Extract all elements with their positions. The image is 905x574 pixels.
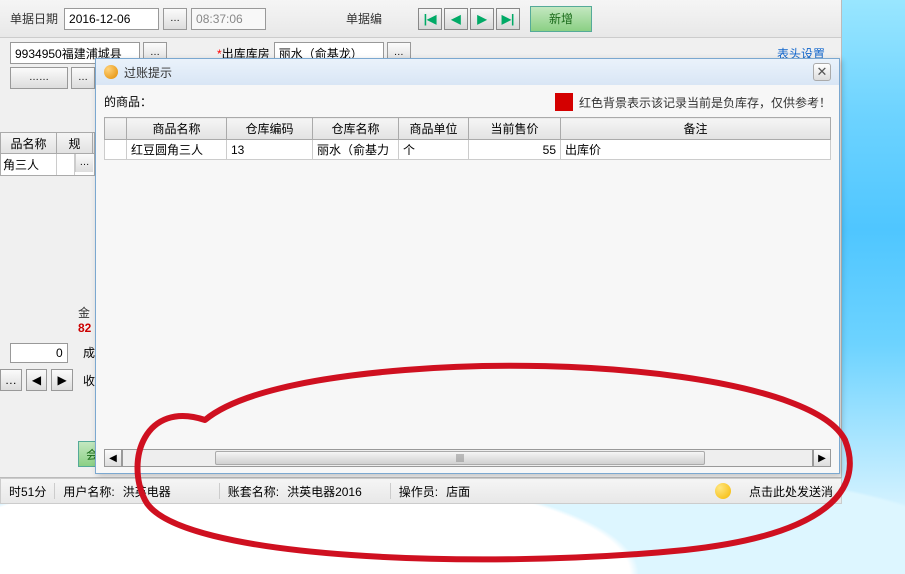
- top-toolbar: 单据日期 … 单据编 |◀ ◀ ▶ ▶| 新增: [0, 0, 841, 38]
- bg-cell-spec: [57, 154, 75, 175]
- status-acct-label: 账套名称:: [228, 483, 279, 500]
- close-icon[interactable]: ✕: [813, 63, 831, 81]
- col-unit: 商品单位: [399, 118, 469, 140]
- nav-prev-button[interactable]: ◀: [444, 8, 468, 30]
- bg-grid-header: 品名称 规: [0, 132, 95, 154]
- left-arrow-button[interactable]: ◀: [26, 369, 48, 391]
- summary-panel: 金 82 成 … ◀ ▶ 收: [0, 304, 95, 391]
- red-square-icon: [555, 93, 573, 111]
- bg-cell-lookup-button[interactable]: …: [75, 154, 93, 172]
- cell-product-name: 红豆圆角三人: [127, 140, 227, 160]
- dialog-hscrollbar[interactable]: ◀ ▶: [104, 449, 831, 467]
- dialog-titlebar[interactable]: 过账提示 ✕: [96, 59, 839, 85]
- status-send-msg[interactable]: 点击此处发送消: [749, 483, 833, 500]
- table-header-row: 商品名称 仓库编码 仓库名称 商品单位 当前售价 备注: [105, 118, 831, 140]
- bg-row[interactable]: 角三人 …: [0, 154, 95, 176]
- date-input[interactable]: [64, 8, 159, 30]
- date-picker-button[interactable]: …: [163, 8, 187, 30]
- right-arrow-button[interactable]: ▶: [51, 369, 73, 391]
- status-user-value: 洪英电器: [123, 483, 171, 500]
- lookup-button[interactable]: …: [71, 67, 95, 89]
- scroll-left-button[interactable]: ◀: [104, 449, 122, 467]
- posting-dialog: 过账提示 ✕ 的商品： 红色背景表示该记录当前是负库存，仅供参考！ 商品名称 仓…: [95, 58, 840, 474]
- table-row[interactable]: 红豆圆角三人 13 丽水（俞基力 个 55 出库价: [105, 140, 831, 160]
- cell-wh-code: 13: [227, 140, 313, 160]
- status-time: 时51分: [9, 483, 46, 500]
- col-product-name: 商品名称: [127, 118, 227, 140]
- scroll-track[interactable]: [122, 449, 813, 467]
- bg-cell-name: 角三人: [1, 154, 57, 175]
- status-user-label: 用户名称:: [63, 483, 114, 500]
- main-window: 单据日期 … 单据编 |◀ ◀ ▶ ▶| 新增 … *出库库房 … 表头设置 ……: [0, 0, 842, 478]
- scroll-right-button[interactable]: ▶: [813, 449, 831, 467]
- goods-label: 的商品：: [104, 93, 152, 110]
- nav-first-button[interactable]: |◀: [418, 8, 442, 30]
- bg-col-name: 品名称: [1, 133, 57, 153]
- ellipsis-field[interactable]: ……: [10, 67, 68, 89]
- col-remark: 备注: [561, 118, 831, 140]
- status-op-label: 操作员:: [399, 483, 438, 500]
- status-op-value: 店面: [446, 483, 470, 500]
- amount-label: 金: [78, 306, 90, 320]
- new-button[interactable]: 新增: [530, 6, 592, 32]
- col-wh-code: 仓库编码: [227, 118, 313, 140]
- nav-last-button[interactable]: ▶|: [496, 8, 520, 30]
- col-price: 当前售价: [469, 118, 561, 140]
- cell-wh-name: 丽水（俞基力: [313, 140, 399, 160]
- cost-label: 成: [83, 346, 95, 360]
- cell-unit: 个: [399, 140, 469, 160]
- nav-next-button[interactable]: ▶: [470, 8, 494, 30]
- status-bar: 时51分 用户名称: 洪英电器 账套名称: 洪英电器2016 操作员: 店面 点…: [0, 478, 842, 504]
- doc-no-label: 单据编: [346, 10, 382, 27]
- scroll-thumb[interactable]: [215, 451, 705, 465]
- number-input[interactable]: [10, 343, 68, 363]
- negative-stock-note: 红色背景表示该记录当前是负库存，仅供参考！: [579, 94, 831, 111]
- col-wh-name: 仓库名称: [313, 118, 399, 140]
- ellipsis-button[interactable]: …: [0, 369, 22, 391]
- dialog-table: 商品名称 仓库编码 仓库名称 商品单位 当前售价 备注 红豆圆角三人 13 丽水…: [104, 117, 831, 160]
- cell-remark: 出库价: [561, 140, 831, 160]
- bg-col-spec: 规: [57, 133, 93, 153]
- dialog-icon: [104, 65, 118, 79]
- status-acct-value: 洪英电器2016: [287, 483, 362, 500]
- recv-label: 收: [83, 372, 95, 389]
- cell-price: 55: [469, 140, 561, 160]
- bg-grid: 品名称 规 角三人 …: [0, 132, 95, 176]
- time-field[interactable]: [191, 8, 266, 30]
- amount-value: 82: [78, 321, 91, 335]
- dialog-title: 过账提示: [124, 64, 813, 81]
- smiley-icon[interactable]: [715, 483, 731, 499]
- date-label: 单据日期: [10, 10, 58, 27]
